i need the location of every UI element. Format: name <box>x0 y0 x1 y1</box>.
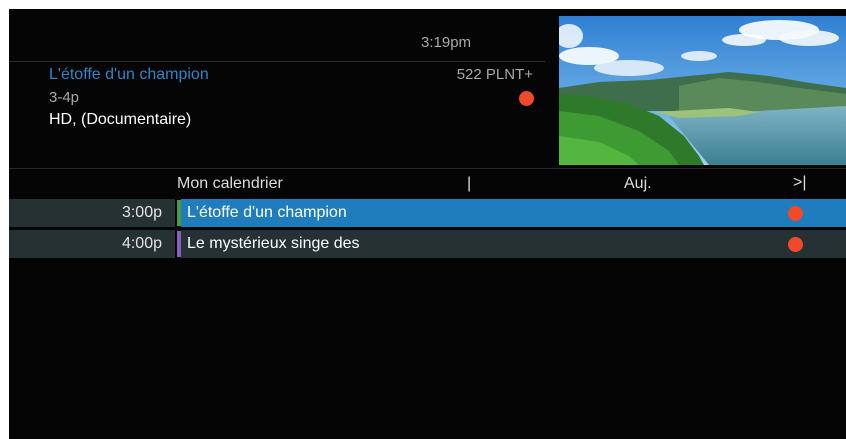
calendar-title: Mon calendrier <box>177 175 283 192</box>
program-time-range: 3-4p <box>49 89 80 106</box>
schedule-program-cell[interactable]: Le mystérieux singe des <box>181 230 846 258</box>
schedule-program-title: L'étoffe d'un champion <box>187 204 347 221</box>
calendar-divider <box>9 168 846 169</box>
record-dot-icon <box>788 206 803 221</box>
tv-guide-screen: 3:19pm L'étoffe d'un champion 522 PLNT+ … <box>9 9 846 439</box>
schedule-time: 4:00p <box>121 235 162 252</box>
program-info-panel: 3:19pm L'étoffe d'un champion 522 PLNT+ … <box>9 9 557 167</box>
calendar-day-label[interactable]: Auj. <box>624 175 652 193</box>
schedule-time: 3:00p <box>121 204 162 221</box>
record-dot-icon <box>788 237 803 252</box>
program-title: L'étoffe d'un champion <box>49 66 209 83</box>
record-dot-icon <box>519 91 534 106</box>
schedule-program-cell[interactable]: L'étoffe d'un champion <box>181 199 846 227</box>
calendar-header: Mon calendrier | Auj. >| <box>9 171 846 198</box>
info-divider <box>9 61 545 62</box>
calendar-separator: | <box>467 175 472 192</box>
channel-label: 522 PLNT+ <box>456 66 533 83</box>
program-meta: HD, (Documentaire) <box>49 111 192 128</box>
schedule-program-title: Le mystérieux singe des <box>187 235 360 252</box>
schedule-time-cell: 3:00p <box>9 199 175 227</box>
skip-next-icon[interactable]: >| <box>793 174 807 192</box>
schedule-time-cell: 4:00p <box>9 230 175 258</box>
schedule-row[interactable]: 3:00p L'étoffe d'un champion <box>9 199 846 227</box>
schedule-row[interactable]: 4:00p Le mystérieux singe des <box>9 230 846 258</box>
current-time: 3:19pm <box>421 34 472 51</box>
live-preview-video[interactable] <box>559 16 846 165</box>
landscape-preview-image <box>559 16 846 165</box>
